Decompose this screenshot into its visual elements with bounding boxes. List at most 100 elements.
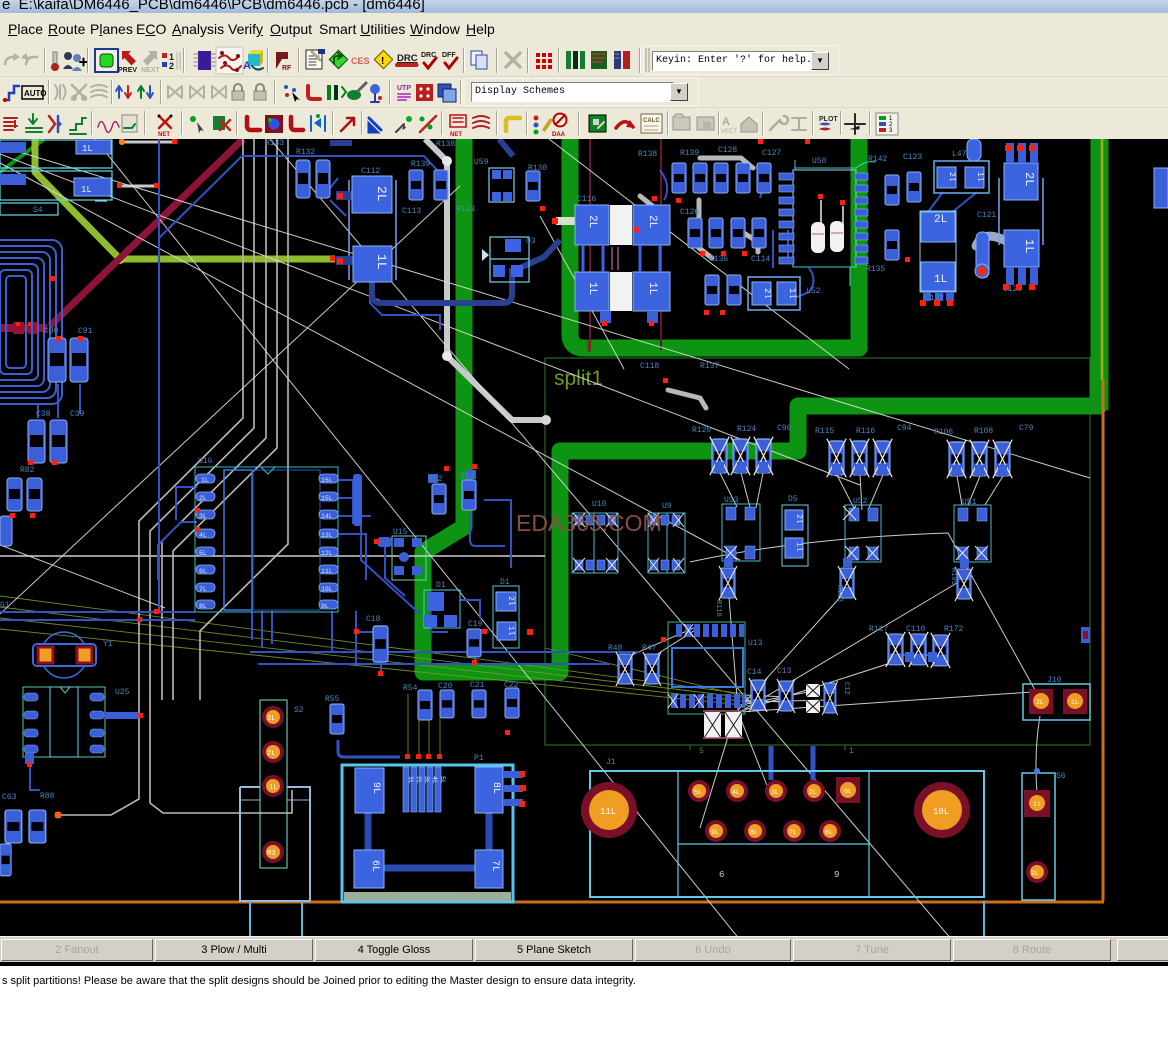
svg-text:DRC: DRC <box>421 52 436 59</box>
svg-text:9L: 9L <box>370 782 381 794</box>
svg-text:R54: R54 <box>403 684 418 693</box>
svg-text:U13: U13 <box>748 639 763 648</box>
svg-text:8L: 8L <box>490 782 501 794</box>
svg-text:C22: C22 <box>504 681 519 690</box>
svg-text:C63: C63 <box>2 793 17 802</box>
svg-text:U9: U9 <box>662 502 672 511</box>
svg-text:DFF: DFF <box>442 52 456 59</box>
svg-text:1l: 1l <box>506 626 515 636</box>
svg-text:U59: U59 <box>474 158 489 167</box>
svg-text:J10: J10 <box>1047 676 1062 685</box>
svg-text:R124: R124 <box>737 425 756 434</box>
svg-text:R55: R55 <box>325 695 340 704</box>
svg-text:5L: 5L <box>439 776 446 784</box>
svg-text:5L: 5L <box>694 789 702 796</box>
svg-text:U10: U10 <box>592 500 607 509</box>
svg-text:9: 9 <box>834 870 839 880</box>
svg-text:C13: C13 <box>777 667 792 676</box>
svg-text:G1: G1 <box>0 601 10 610</box>
svg-text:C19: C19 <box>468 620 483 629</box>
svg-text:C121: C121 <box>977 211 996 220</box>
svg-text:8L: 8L <box>750 829 758 836</box>
svg-text:13L: 13L <box>321 532 333 539</box>
svg-text:1L: 1L <box>269 784 277 792</box>
svg-text:1L: 1L <box>82 144 93 154</box>
svg-text:C18: C18 <box>366 615 381 624</box>
svg-text:CALC: CALC <box>643 118 660 124</box>
svg-text:1l: 1l <box>794 542 803 552</box>
svg-text:14L: 14L <box>321 513 333 520</box>
svg-text:DRC: DRC <box>397 53 418 64</box>
svg-text:6L: 6L <box>825 829 833 836</box>
svg-text:U16: U16 <box>198 457 213 466</box>
svg-text:Y1: Y1 <box>103 640 113 649</box>
svg-text:NEXT: NEXT <box>141 67 160 74</box>
svg-text:R138: R138 <box>436 140 455 149</box>
svg-text:1l: 1l <box>787 288 797 299</box>
svg-text:R133: R133 <box>265 139 284 148</box>
svg-text:D5: D5 <box>788 495 798 504</box>
svg-text:R82: R82 <box>20 466 35 475</box>
svg-text:R88: R88 <box>40 792 55 801</box>
svg-text:3L: 3L <box>267 715 275 723</box>
svg-text:C110: C110 <box>906 625 925 634</box>
svg-text:1L: 1L <box>407 776 414 784</box>
svg-text:J1: J1 <box>606 758 616 767</box>
svg-text:10L: 10L <box>933 807 949 817</box>
svg-text:C114: C114 <box>751 255 770 264</box>
svg-text:US2: US2 <box>853 497 868 506</box>
svg-text:M3: M3 <box>267 850 275 858</box>
svg-text:EDA365.COM: EDA365.COM <box>516 510 662 536</box>
svg-text:US3: US3 <box>724 496 739 505</box>
svg-text:!: ! <box>381 56 384 67</box>
svg-text:C12: C12 <box>842 682 850 695</box>
svg-text:2L: 2L <box>267 750 275 758</box>
svg-text:2L: 2L <box>646 215 658 228</box>
svg-text:R172: R172 <box>944 625 963 634</box>
svg-text:R138: R138 <box>638 150 657 159</box>
svg-text:C94: C94 <box>897 424 912 433</box>
svg-text:15L: 15L <box>321 495 333 502</box>
svg-text:10L: 10L <box>321 586 333 593</box>
svg-text:2L: 2L <box>586 215 598 228</box>
svg-text:R139: R139 <box>411 160 430 169</box>
svg-text:1L: 1L <box>934 274 947 286</box>
svg-text:US1: US1 <box>962 498 977 507</box>
svg-text:4L: 4L <box>732 789 740 796</box>
svg-text:R113: R113 <box>835 585 843 602</box>
svg-text:7L: 7L <box>489 860 500 872</box>
svg-text:1l: 1l <box>1033 801 1041 808</box>
svg-text:R118: R118 <box>714 600 722 617</box>
svg-text:R108: R108 <box>974 427 993 436</box>
svg-text:6: 6 <box>719 870 724 880</box>
svg-text:NET: NET <box>450 132 462 138</box>
svg-text:2l: 2l <box>947 172 956 182</box>
svg-text:A: A <box>722 116 730 128</box>
svg-text:C21: C21 <box>470 681 485 690</box>
svg-text:R132: R132 <box>296 148 315 157</box>
svg-text:3L: 3L <box>199 513 207 520</box>
svg-text:5: 5 <box>699 747 704 756</box>
svg-text:4L: 4L <box>431 776 438 784</box>
svg-text:C118: C118 <box>640 362 659 371</box>
svg-text:R130: R130 <box>528 164 547 173</box>
svg-text:PLOT: PLOT <box>819 116 838 123</box>
svg-text:8L: 8L <box>199 603 207 610</box>
svg-text:R115: R115 <box>815 427 834 436</box>
svg-text:D1: D1 <box>500 578 510 587</box>
svg-text:12L: 12L <box>321 550 333 557</box>
svg-text:AUTO: AUTO <box>24 89 47 98</box>
svg-text:R47: R47 <box>642 644 657 653</box>
svg-text:DAA: DAA <box>552 132 566 138</box>
svg-text:R142: R142 <box>868 155 887 164</box>
svg-text:16L: 16L <box>321 477 333 484</box>
svg-text:D1: D1 <box>436 581 446 590</box>
svg-text:C79: C79 <box>1019 424 1034 433</box>
svg-text:A: A <box>243 60 251 72</box>
svg-text:R139: R139 <box>680 149 699 158</box>
svg-text:2L: 2L <box>1031 870 1039 877</box>
svg-text:7L: 7L <box>789 829 797 836</box>
svg-text:S6: S6 <box>1056 772 1066 781</box>
svg-text:0L: 0L <box>844 788 852 795</box>
svg-text:P1: P1 <box>474 754 484 763</box>
